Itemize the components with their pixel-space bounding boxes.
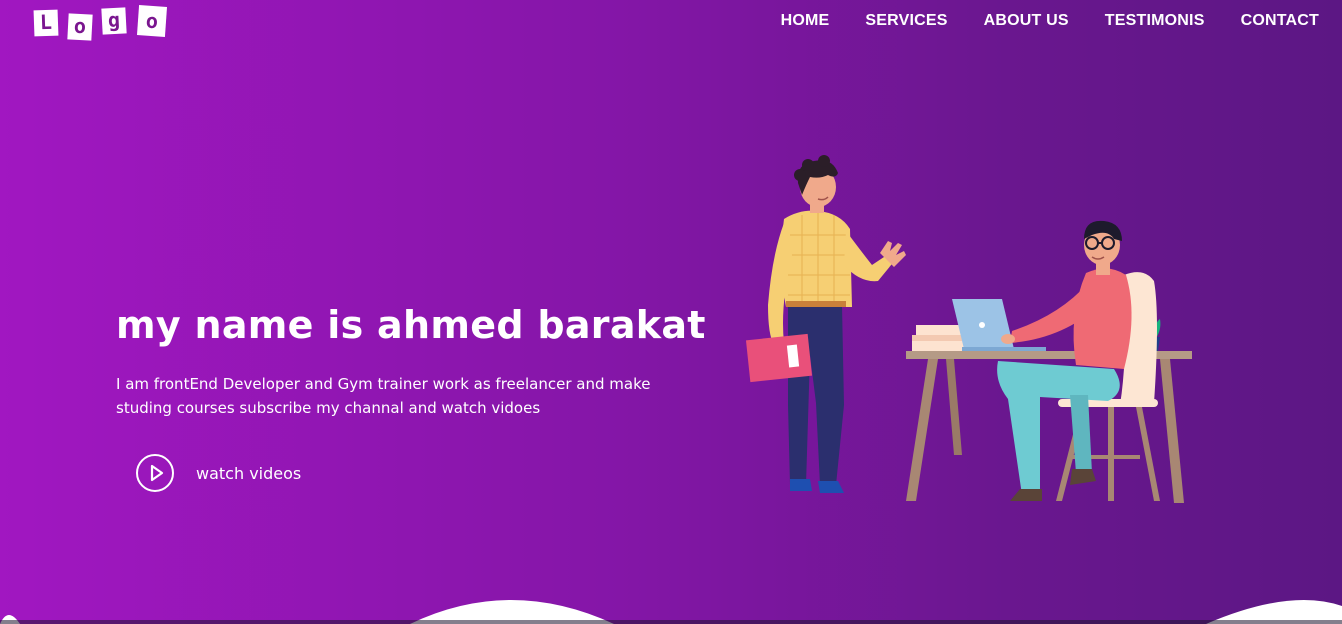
logo[interactable]: L o g o: [33, 4, 170, 41]
hero-title: my name is ahmed barakat: [116, 303, 706, 347]
play-icon[interactable]: [136, 454, 174, 492]
hero-description: I am frontEnd Developer and Gym trainer …: [116, 375, 651, 417]
logo-letter-tile: L: [33, 9, 59, 37]
nav-link-about-us[interactable]: ABOUT US: [984, 10, 1069, 32]
watch-videos-button[interactable]: watch videos: [136, 454, 301, 492]
logo-letter: o: [145, 8, 159, 34]
logo-letter-tile: g: [101, 7, 127, 35]
logo-letter-tile: o: [67, 13, 93, 41]
logo-letter: L: [39, 9, 53, 35]
bottom-wave-decoration: [0, 600, 1342, 624]
nav-link-home[interactable]: HOME: [781, 10, 830, 32]
watch-videos-label[interactable]: watch videos: [196, 464, 301, 483]
hero-illustration: [745, 155, 1192, 503]
nav-link-services[interactable]: SERVICES: [865, 10, 947, 32]
nav-link-contact[interactable]: CONTACT: [1241, 10, 1319, 32]
logo-letter: g: [107, 7, 121, 33]
hero-section: L o g o HOME SERVICES ABOUT US TESTIMONI…: [0, 0, 1342, 624]
main-nav: HOME SERVICES ABOUT US TESTIMONIS CONTAC…: [781, 10, 1319, 32]
logo-letter-tile: o: [136, 5, 168, 37]
nav-link-testimonis[interactable]: TESTIMONIS: [1105, 10, 1205, 32]
logo-letter: o: [73, 13, 87, 39]
standing-person-illustration: [745, 155, 906, 493]
